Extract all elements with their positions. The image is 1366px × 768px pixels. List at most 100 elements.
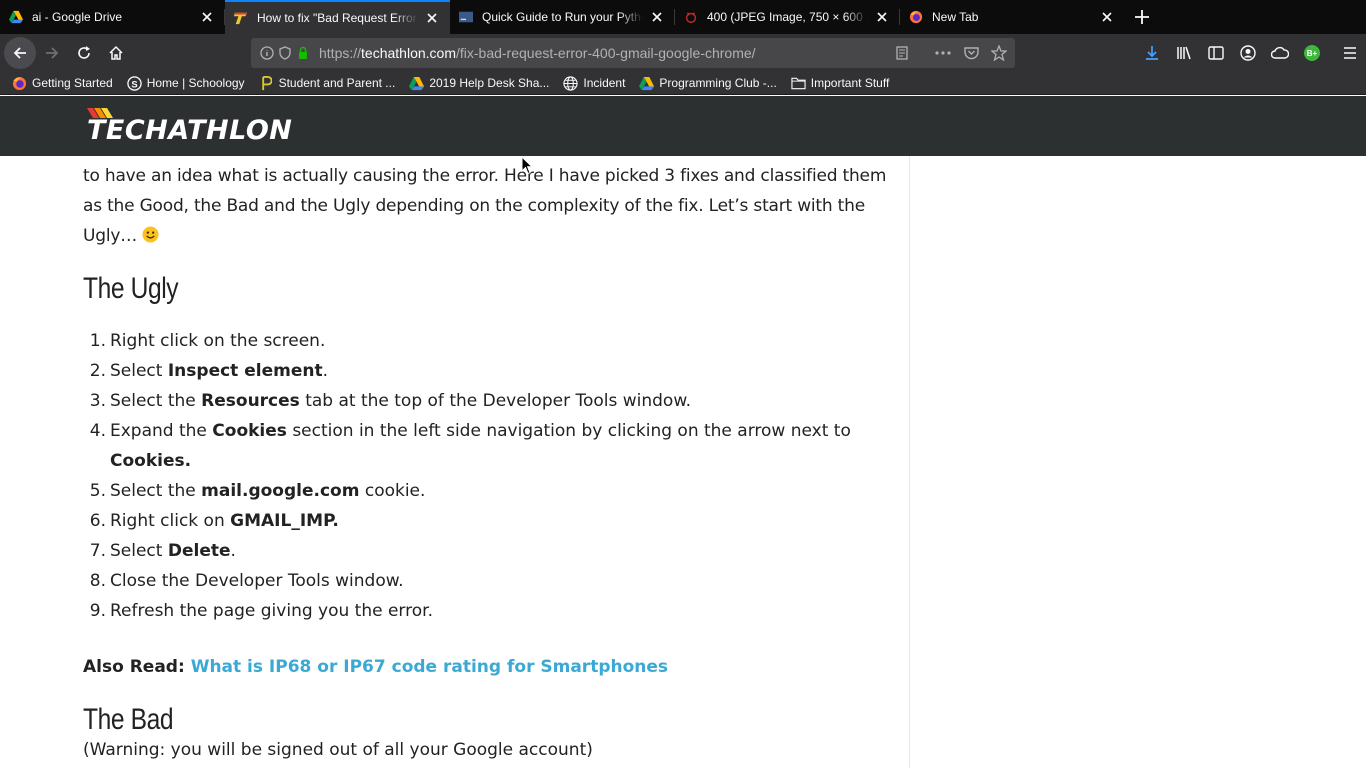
tab-google-drive[interactable]: ai - Google Drive [0,0,225,34]
arrow-left-icon [13,47,26,59]
reader-view-icon[interactable] [894,45,910,61]
download-icon [1146,46,1158,60]
svg-text:S: S [131,79,137,89]
bookmark-label: Programming Club -... [659,76,777,90]
folder-icon [791,76,806,91]
parent-portal-icon [259,75,274,91]
account-icon [1240,45,1256,61]
schoology-icon: S [127,75,142,91]
google-drive-icon [9,10,23,24]
bookmark-schoology[interactable]: S Home | Schoology [127,75,245,91]
bookmark-star-icon[interactable] [991,45,1007,61]
list-item: 1. Right click on the screen. [89,331,326,351]
tab-title: New Tab [932,10,979,24]
new-tab-button[interactable] [1126,0,1158,34]
bookmark-label: 2019 Help Desk Sha... [429,76,550,90]
image-icon [685,12,697,23]
terminal-icon [459,11,473,23]
hamburger-menu-icon [1344,47,1356,59]
reload-button[interactable] [68,37,100,69]
bookmark-incident[interactable]: Incident [563,75,626,91]
tab-how-to-fix[interactable]: How to fix "Bad Request Error 400" [225,0,450,34]
toolbar-right: B+ [1136,34,1366,72]
downloads-button[interactable] [1136,37,1168,69]
heading-the-bad: The Bad [83,703,174,736]
list-item: 6. Right click on GMAIL_IMP. [89,511,339,531]
lock-icon[interactable] [295,45,311,61]
home-icon [109,45,123,60]
bookmark-student-parent[interactable]: Student and Parent ... [259,75,396,91]
back-button[interactable] [4,37,36,69]
close-tab-icon[interactable] [199,9,215,25]
list-item: 5. Select the mail.google.com cookie. [89,481,426,501]
bookmark-getting-started[interactable]: Getting Started [12,76,113,91]
intro-paragraph: to have an idea what is actually causing… [83,161,903,251]
library-icon [1177,46,1191,60]
arrow-right-icon [46,47,59,59]
library-button[interactable] [1168,37,1200,69]
bookmark-label: Getting Started [32,76,113,90]
list-item: 3. Select the Resources tab at the top of… [89,391,692,411]
firefox-icon [12,76,27,91]
heading-the-ugly: The Ugly [83,272,179,305]
bookmark-label: Incident [583,76,626,90]
logo-stripes-icon [87,108,113,118]
reload-icon [78,46,90,59]
sidebar-button[interactable] [1200,37,1232,69]
close-tab-icon[interactable] [649,9,665,25]
navigation-toolbar: https://techathlon.com/fix-bad-request-e… [0,34,1366,72]
sidebar-divider [909,156,910,768]
tab-jpeg-image[interactable]: 400 (JPEG Image, 750 × 600 px) [675,0,900,34]
close-tab-icon[interactable] [874,9,890,25]
list-item: 8. Close the Developer Tools window. [89,571,404,591]
info-icon[interactable] [259,45,275,61]
tab-python-guide[interactable]: Quick Guide to Run your Python [450,0,675,34]
extension-button[interactable] [1264,37,1296,69]
techathlon-icon [234,12,248,25]
smiley-emoji-icon [142,226,159,243]
plus-icon [1135,10,1149,24]
pocket-icon[interactable] [963,45,979,61]
intro-line: as the Good, the Bad and the Ugly depend… [83,196,865,216]
tab-strip: ai - Google Drive How to fix "Bad Reques… [0,0,1366,34]
site-logo[interactable]: TECHATHLON [87,106,292,146]
also-read: Also Read: What is IP68 or IP67 code rat… [83,652,903,682]
firefox-icon [909,10,923,24]
shield-icon[interactable] [277,45,293,61]
profile-badge-button[interactable]: B+ [1296,37,1328,69]
home-button[interactable] [100,37,132,69]
google-drive-icon [639,76,655,91]
profile-badge: B+ [1304,45,1320,61]
close-tab-icon[interactable] [424,10,440,26]
page-content: to have an idea what is actually causing… [0,156,1366,768]
tab-title: ai - Google Drive [32,10,123,24]
tab-title: Quick Guide to Run your Python [482,10,643,24]
google-drive-icon [409,76,425,91]
bookmark-label: Student and Parent ... [278,76,396,90]
sidebar-icon [1208,46,1224,60]
list-item: 4. Expand the Cookies section in the left… [89,421,851,471]
intro-line: Ugly… [83,226,138,246]
bookmark-important-stuff[interactable]: Important Stuff [791,76,890,91]
bookmark-help-desk[interactable]: 2019 Help Desk Sha... [409,76,549,91]
site-header: TECHATHLON [0,96,1366,156]
bookmark-programming-club[interactable]: Programming Club -... [639,76,777,91]
forward-button[interactable] [36,37,68,69]
logo-text: TECHATHLON [87,114,293,146]
tab-title: 400 (JPEG Image, 750 × 600 px) [707,10,868,24]
list-item: 9. Refresh the page giving you the error. [89,601,433,621]
bookmark-label: Important Stuff [810,76,890,90]
list-item: 2. Select Inspect element. [89,361,328,381]
tab-new-tab[interactable]: New Tab [900,0,1125,34]
menu-button[interactable] [1334,37,1366,69]
url-text[interactable]: https://techathlon.com/fix-bad-request-e… [319,45,756,61]
tab-title: How to fix "Bad Request Error 400" [257,11,418,25]
intro-line: to have an idea what is actually causing… [83,166,887,186]
cloud-extension-icon [1271,46,1289,59]
close-tab-icon[interactable] [1099,9,1115,25]
also-read-link[interactable]: What is IP68 or IP67 code rating for Sma… [191,657,668,677]
account-button[interactable] [1232,37,1264,69]
more-actions-icon[interactable] [935,45,951,61]
steps-list: 1. Right click on the screen. 2. Select In… [83,326,903,626]
url-bar[interactable]: https://techathlon.com/fix-bad-request-e… [251,38,1015,68]
